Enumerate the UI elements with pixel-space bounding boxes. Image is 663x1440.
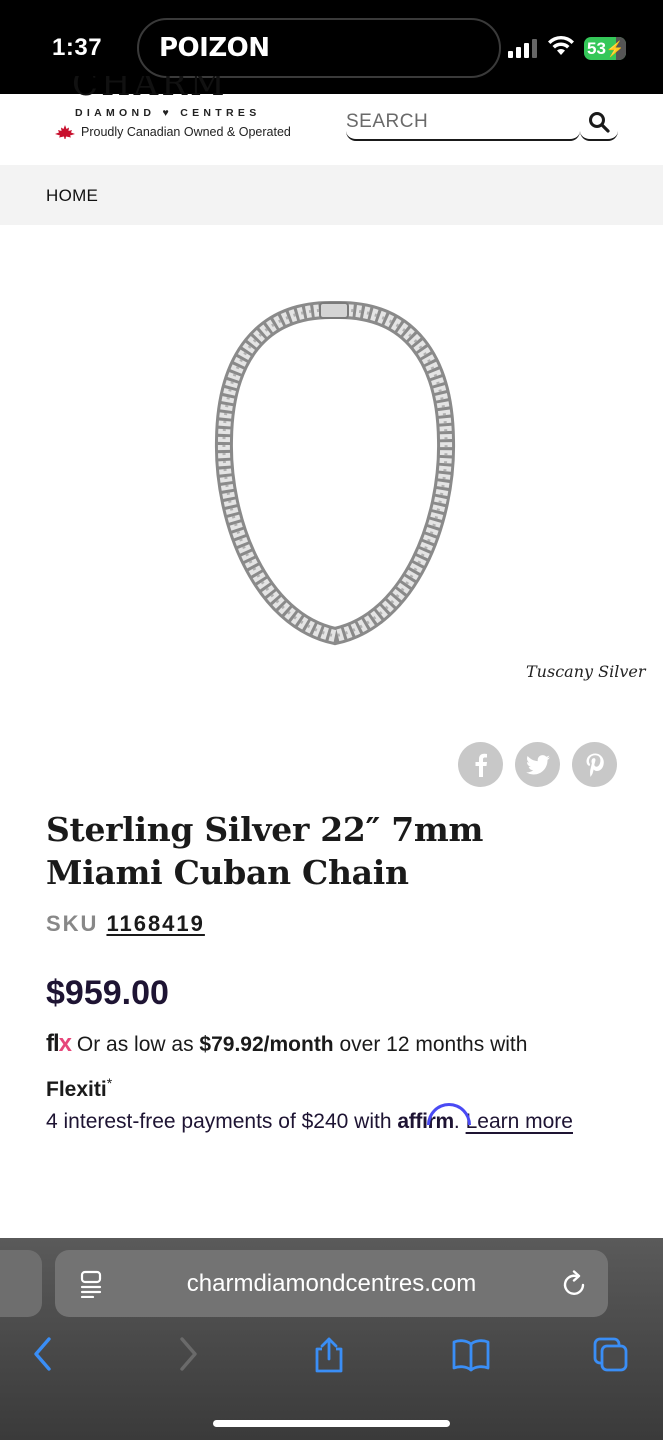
island-app-name: POIZON [159,33,270,63]
safari-bottom-bar: charmdiamondcentres.com [0,1238,663,1440]
forward-button[interactable] [175,1336,201,1375]
flexiti-logo: flx [46,1030,72,1057]
flexiti-footnote-mark: * [106,1075,113,1091]
product-title: Sterling Silver 22″ 7mm Miami Cuban Chai… [46,810,484,892]
share-button[interactable] [312,1336,346,1377]
pinterest-icon [586,753,604,777]
logo-wordmark: CHARM [72,76,228,100]
share-pinterest-button[interactable] [572,742,617,787]
status-time: 1:37 [52,34,103,61]
facebook-icon [475,753,487,777]
breadcrumb: HOME [0,165,663,225]
maple-leaf-icon [55,125,75,139]
flexiti-prefix: Or as low as [76,1033,194,1056]
affirm-logo: affirm [397,1103,472,1133]
charging-bolt-icon: ⚡ [605,41,625,58]
logo-subtitle: DIAMOND ♥ CENTRES [75,107,261,119]
share-icon [315,1337,343,1373]
site-logo[interactable]: CHARM [72,76,228,100]
sku-row: SKU 1168419 [46,911,205,937]
cellular-signal-icon [508,38,540,58]
affirm-arc-icon [427,1103,472,1125]
previous-tab-preview[interactable] [0,1250,42,1317]
battery-indicator: 53⚡ [584,37,626,60]
back-icon [34,1337,51,1371]
product-image-cuban-chain[interactable] [200,290,470,650]
dynamic-island[interactable]: POIZON [137,18,501,78]
tabs-icon [593,1337,628,1372]
back-button[interactable] [30,1336,56,1375]
flexiti-amount: $79.92/month [199,1033,334,1056]
wifi-icon [548,35,574,55]
url-text: charmdiamondcentres.com [186,1270,477,1297]
search-form [346,104,618,141]
forward-icon [180,1337,197,1371]
address-bar[interactable]: charmdiamondcentres.com [55,1250,608,1317]
flexiti-suffix: over 12 months with [339,1033,528,1056]
share-twitter-button[interactable] [515,742,560,787]
affirm-learn-more-link[interactable]: Learn more [466,1110,573,1133]
affirm-financing-message: 4 interest-free payments of $240 with af… [46,1103,626,1140]
home-indicator[interactable] [213,1420,450,1427]
brand-watermark: Tuscany Silver [526,662,646,681]
bookmarks-button[interactable] [451,1336,491,1375]
search-button[interactable] [580,104,618,141]
bookmarks-icon [452,1339,490,1372]
search-input[interactable] [346,104,580,141]
site-header: CHARM DIAMOND ♥ CENTRES Proudly Canadian… [0,76,663,164]
logo-tagline-row: Proudly Canadian Owned & Operated [54,125,291,139]
flexiti-financing-message: flx Or as low as $79.92/month over 12 mo… [46,1025,626,1109]
tabs-button[interactable] [592,1336,630,1375]
search-icon [589,111,610,133]
twitter-icon [525,754,550,774]
battery-level: 53 [587,39,606,58]
reload-icon[interactable] [562,1270,588,1298]
breadcrumb-home-link[interactable]: HOME [46,186,98,206]
product-price: $959.00 [46,974,169,1012]
tagline-text: Proudly Canadian Owned & Operated [81,125,291,139]
flexiti-name[interactable]: Flexiti [46,1078,107,1101]
sku-value[interactable]: 1168419 [106,911,204,936]
affirm-prefix: 4 interest-free payments of $240 with [46,1110,392,1133]
sku-label: SKU [46,911,99,936]
social-share-row [458,742,617,787]
share-facebook-button[interactable] [458,742,503,787]
